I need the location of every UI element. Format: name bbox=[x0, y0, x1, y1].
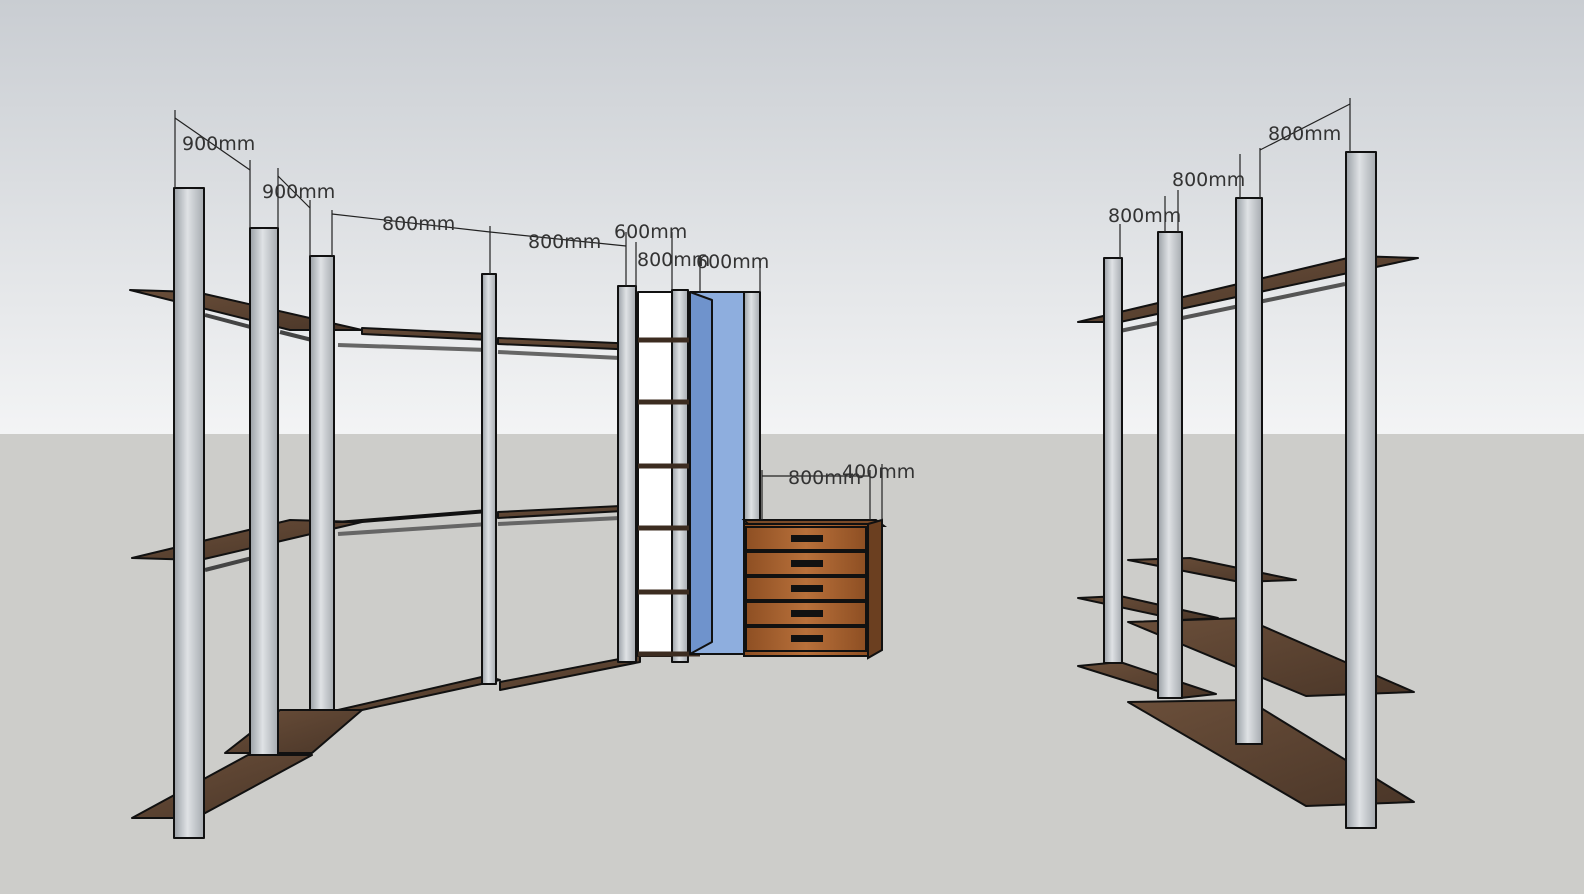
pole bbox=[671, 289, 689, 663]
pole bbox=[173, 187, 205, 839]
dimension-label: 400mm bbox=[842, 461, 915, 483]
pole bbox=[249, 227, 279, 756]
dimension-label: 900mm bbox=[182, 133, 255, 155]
pole bbox=[309, 255, 335, 711]
pole bbox=[617, 285, 637, 663]
dimension-label: 600mm bbox=[696, 251, 769, 273]
dimension-label: 800mm bbox=[528, 231, 601, 253]
chest-of-drawers bbox=[741, 518, 887, 660]
dimension-label: 600mm bbox=[614, 221, 687, 243]
side-panel bbox=[637, 291, 673, 657]
3d-model-viewport[interactable]: 900mm 900mm 800mm 800mm 600mm 800mm 600m… bbox=[0, 0, 1584, 894]
dimension-label: 800mm bbox=[1108, 205, 1181, 227]
drawer-handle bbox=[791, 560, 823, 567]
drawer-handle bbox=[791, 585, 823, 592]
pole bbox=[1235, 197, 1263, 745]
dimension-label: 800mm bbox=[1268, 123, 1341, 145]
pole bbox=[1157, 231, 1183, 699]
dimension-label: 800mm bbox=[1172, 169, 1245, 191]
drawer-handle bbox=[791, 535, 823, 542]
pole bbox=[1103, 257, 1123, 664]
pole bbox=[481, 273, 497, 685]
dimension-label: 800mm bbox=[382, 213, 455, 235]
dimension-label: 900mm bbox=[262, 181, 335, 203]
drawer-handle bbox=[791, 610, 823, 617]
chest-side bbox=[867, 518, 883, 660]
drawer-handle bbox=[791, 635, 823, 642]
pole bbox=[1345, 151, 1377, 829]
mirror-door-edge bbox=[689, 291, 713, 655]
